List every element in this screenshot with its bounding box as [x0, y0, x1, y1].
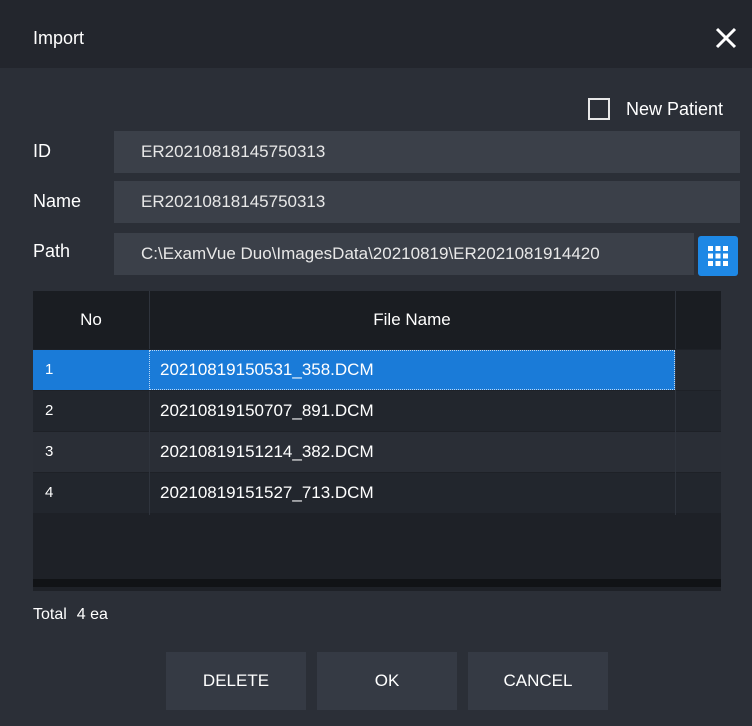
table-header: No File Name — [33, 291, 721, 349]
column-divider — [675, 291, 676, 349]
cell-file-name: 20210819151214_382.DCM — [160, 442, 374, 461]
grid-icon — [708, 246, 728, 266]
table-row[interactable]: 3 20210819151214_382.DCM — [33, 432, 721, 472]
delete-button[interactable]: DELETE — [166, 652, 306, 710]
horizontal-scrollbar[interactable] — [33, 579, 721, 587]
cell-no: 4 — [45, 484, 54, 501]
table-row[interactable]: 4 20210819151527_713.DCM — [33, 473, 721, 513]
name-label: Name — [33, 191, 82, 211]
browse-button[interactable] — [698, 236, 738, 276]
new-patient-checkbox[interactable] — [588, 98, 610, 120]
header-filler — [675, 291, 721, 349]
cell-filler — [675, 391, 721, 431]
new-patient-label: New Patient — [626, 98, 724, 119]
cell-filler — [675, 432, 721, 472]
header-no[interactable]: No — [33, 291, 149, 349]
total-count: 4 ea — [76, 606, 108, 623]
total-summary: Total 4 ea — [33, 606, 108, 624]
cell-file-name: 20210819151527_713.DCM — [160, 483, 374, 502]
cell-filler — [675, 473, 721, 513]
name-field[interactable]: ER20210818145750313 — [114, 181, 740, 223]
close-button[interactable] — [710, 22, 742, 54]
cell-no: 3 — [45, 443, 54, 460]
dialog-title: Import — [33, 28, 85, 48]
cell-file-name: 20210819150531_358.DCM — [160, 360, 374, 379]
cancel-button[interactable]: CANCEL — [468, 652, 608, 710]
id-label: ID — [33, 141, 51, 161]
file-table: No File Name 1 20210819150531_358.DCM 2 … — [33, 291, 721, 591]
cell-no: 2 — [45, 402, 54, 419]
new-patient-toggle[interactable]: New Patient — [588, 96, 723, 122]
path-field[interactable]: C:\ExamVue Duo\ImagesData\20210819\ER202… — [114, 233, 694, 275]
cell-no: 1 — [45, 361, 54, 378]
header-file-name[interactable]: File Name — [149, 291, 675, 349]
path-label: Path — [33, 241, 71, 261]
title-bar: Import — [0, 0, 752, 68]
column-divider — [675, 350, 676, 515]
import-dialog: Import New Patient ID ER2021081814575031… — [0, 0, 752, 726]
table-row[interactable]: 2 20210819150707_891.DCM — [33, 391, 721, 431]
table-row[interactable]: 1 20210819150531_358.DCM — [33, 350, 721, 390]
close-icon — [715, 27, 737, 49]
id-field[interactable]: ER20210818145750313 — [114, 131, 740, 173]
column-divider — [149, 391, 150, 515]
column-divider — [149, 291, 150, 349]
ok-button[interactable]: OK — [317, 652, 457, 710]
cell-filler — [675, 350, 721, 390]
cell-file-name: 20210819150707_891.DCM — [160, 401, 374, 420]
total-label: Total — [33, 606, 67, 623]
